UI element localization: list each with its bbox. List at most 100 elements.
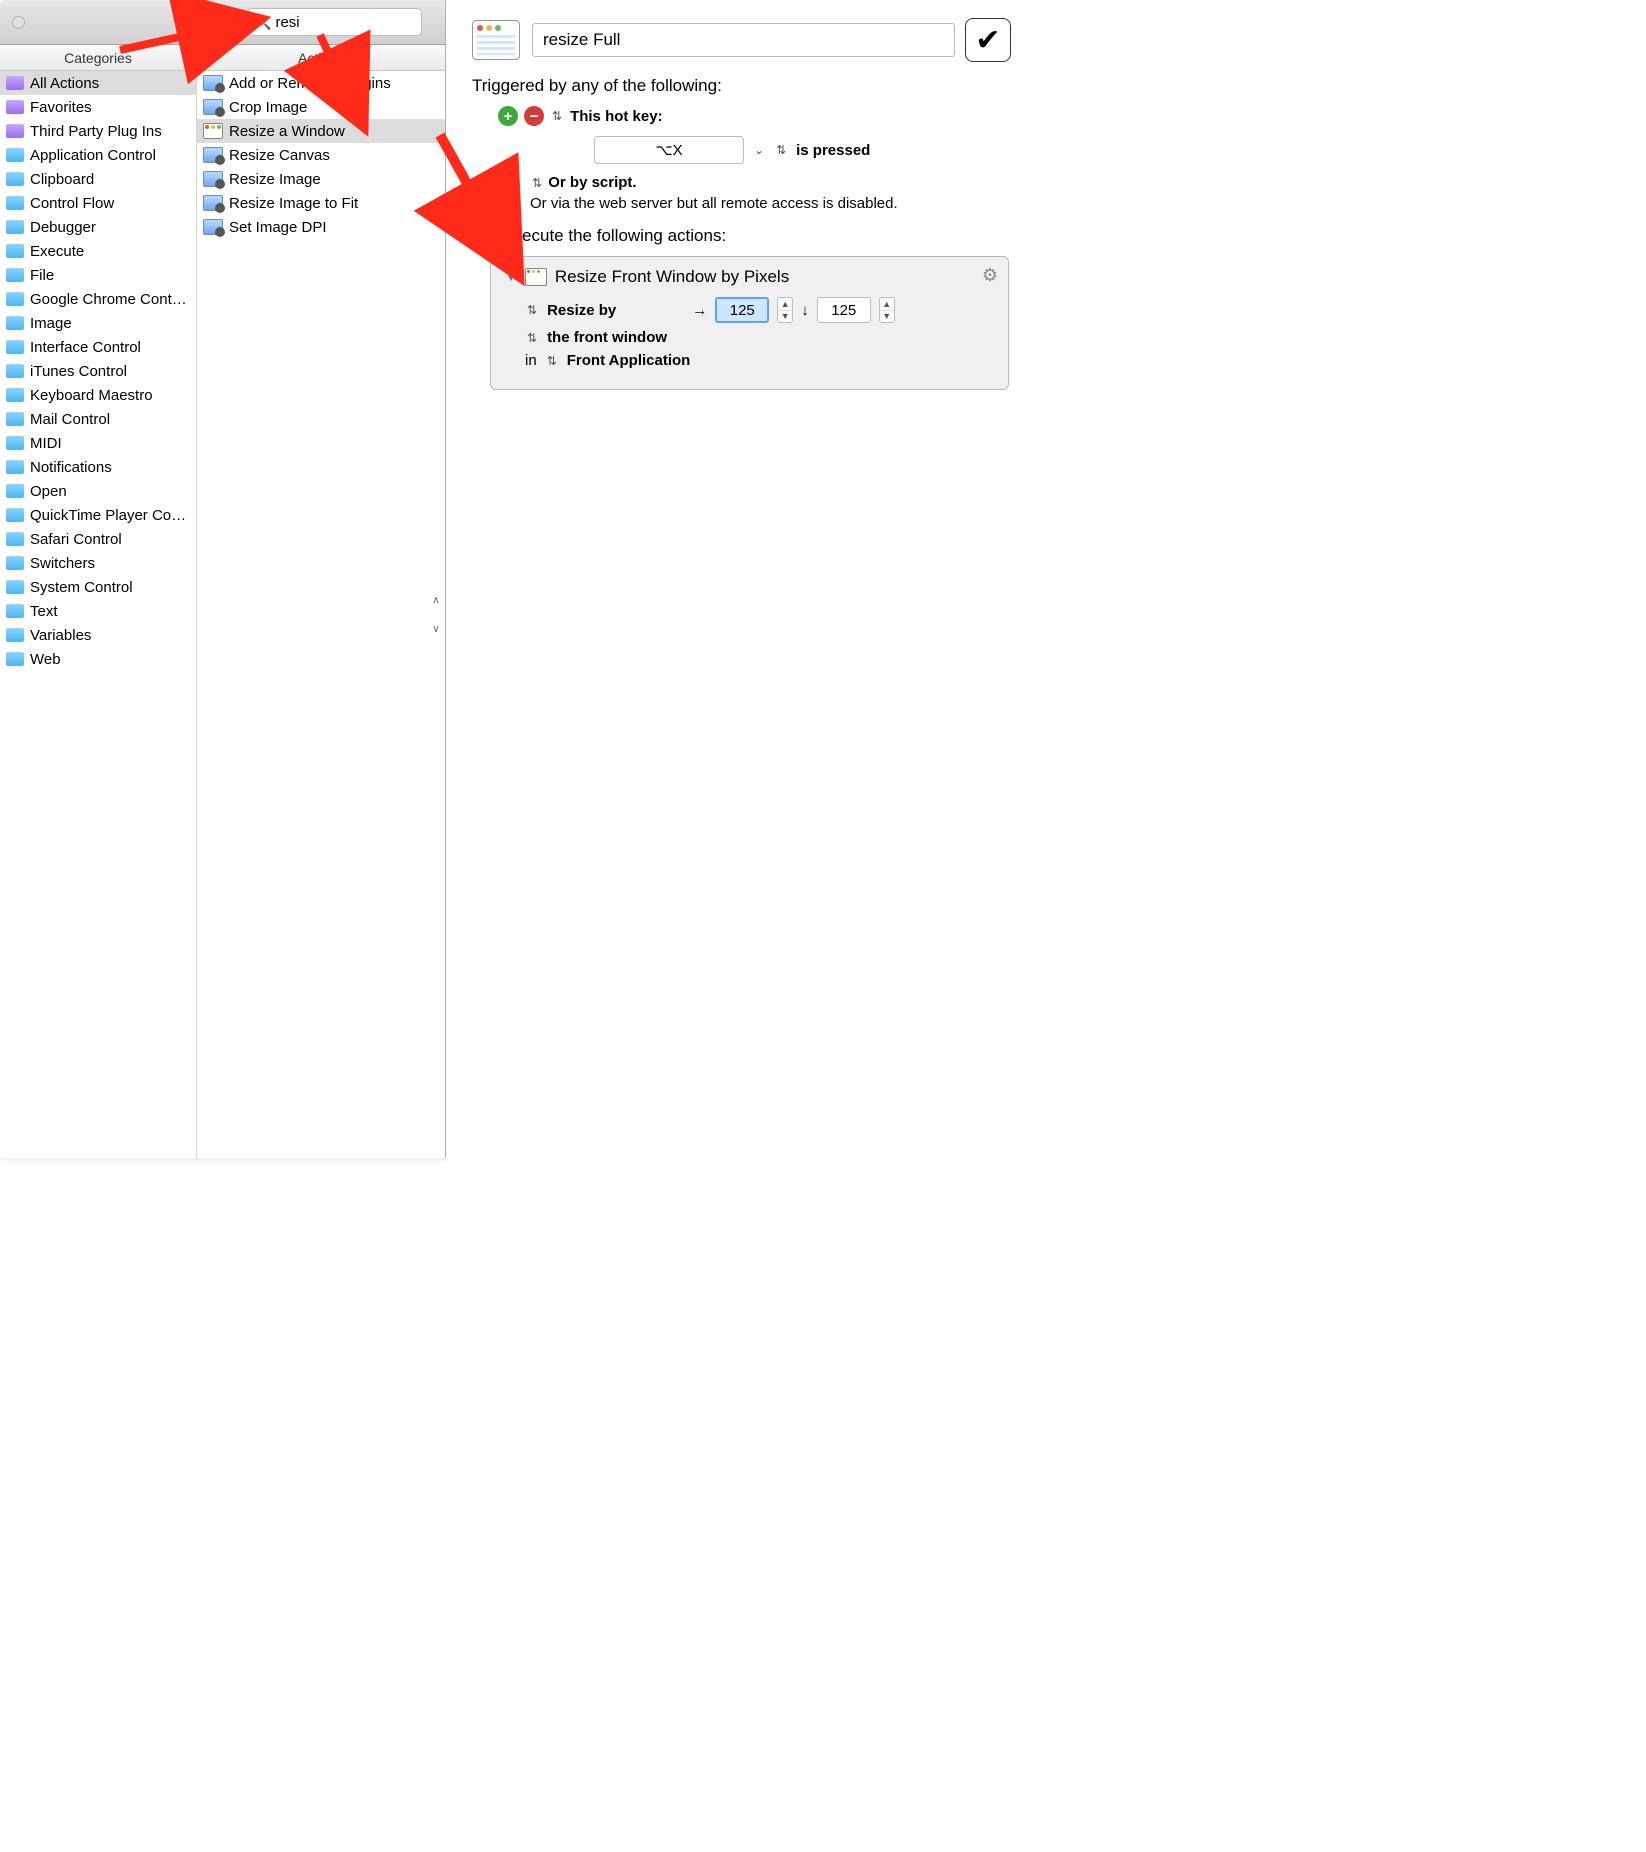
action-item[interactable]: Set Image DPI xyxy=(197,215,445,239)
category-item[interactable]: All Actions xyxy=(0,71,196,95)
action-item[interactable]: Resize Image to Fit xyxy=(197,191,445,215)
category-label: Interface Control xyxy=(30,339,141,356)
dx-stepper[interactable]: ▲▼ xyxy=(777,297,793,323)
category-label: Control Flow xyxy=(30,195,114,212)
action-item[interactable]: Resize Canvas xyxy=(197,143,445,167)
resize-mode-stepper[interactable]: ⇅ xyxy=(525,303,539,317)
action-item[interactable]: Add or Remove Margins xyxy=(197,71,445,95)
window-action-icon xyxy=(203,123,223,139)
trigger-type-stepper[interactable]: ⇅ xyxy=(550,109,564,123)
category-item[interactable]: Clipboard xyxy=(0,167,196,191)
folder-blue-icon xyxy=(6,220,24,234)
image-action-icon xyxy=(203,99,223,115)
or-script-stepper[interactable]: ⇅ xyxy=(530,176,544,190)
remove-trigger-button[interactable]: − xyxy=(524,106,544,126)
category-item[interactable]: Image xyxy=(0,311,196,335)
actions-titlebar: Actions 🔍 ✕ xyxy=(0,0,445,45)
add-trigger-button[interactable]: + xyxy=(498,106,518,126)
macro-icon[interactable] xyxy=(472,20,520,60)
hotkey-state: is pressed xyxy=(796,142,870,159)
disclosure-triangle-icon[interactable]: ▼ xyxy=(505,270,517,284)
action-item[interactable]: Resize Image xyxy=(197,167,445,191)
will-execute-label: Will execute the following actions: xyxy=(472,226,1011,246)
category-label: Variables xyxy=(30,627,91,644)
category-label: Safari Control xyxy=(30,531,122,548)
category-item[interactable]: Debugger xyxy=(0,215,196,239)
folder-purple-icon xyxy=(6,124,24,138)
category-label: All Actions xyxy=(30,75,99,92)
action-item[interactable]: Crop Image xyxy=(197,95,445,119)
category-label: Google Chrome Cont… xyxy=(30,291,187,308)
category-item[interactable]: File xyxy=(0,263,196,287)
macro-enabled-toggle[interactable]: ✔ xyxy=(965,18,1011,62)
window-icon xyxy=(525,268,547,286)
category-item[interactable]: MIDI xyxy=(0,431,196,455)
category-item[interactable]: Switchers xyxy=(0,551,196,575)
action-card[interactable]: ⚙ ▼ Resize Front Window by Pixels ⇅ Resi… xyxy=(490,256,1009,390)
category-item[interactable]: Web xyxy=(0,647,196,671)
dy-stepper[interactable]: ▲▼ xyxy=(879,297,895,323)
categories-list[interactable]: All Actions FavoritesThird Party Plug Ins… xyxy=(0,71,197,1158)
folder-blue-icon xyxy=(6,244,24,258)
folder-blue-icon xyxy=(6,292,24,306)
category-label: Switchers xyxy=(30,555,95,572)
or-script-label: Or by script. xyxy=(548,174,636,191)
category-item[interactable]: Notifications xyxy=(0,455,196,479)
resize-by-label: Resize by xyxy=(547,302,616,319)
category-item[interactable]: Text xyxy=(0,599,196,623)
category-label: Mail Control xyxy=(30,411,110,428)
category-label: Execute xyxy=(30,243,84,260)
category-item[interactable]: Execute xyxy=(0,239,196,263)
actions-search[interactable]: 🔍 ✕ xyxy=(247,8,422,36)
category-item[interactable]: Safari Control xyxy=(0,527,196,551)
category-item[interactable]: Interface Control xyxy=(0,335,196,359)
macro-name-input[interactable] xyxy=(532,23,955,57)
actions-list[interactable]: ∧∨ Add or Remove Margins Crop Image Resize… xyxy=(197,71,445,1158)
arrow-right-icon: → xyxy=(692,302,707,319)
search-input[interactable] xyxy=(275,14,474,31)
category-item[interactable]: QuickTime Player Co… xyxy=(0,503,196,527)
arrow-down-icon: ↓ xyxy=(801,302,809,319)
folder-blue-icon xyxy=(6,148,24,162)
folder-blue-icon xyxy=(6,604,24,618)
actions-browser: All Actions FavoritesThird Party Plug Ins… xyxy=(0,71,445,1158)
category-item[interactable]: Control Flow xyxy=(0,191,196,215)
app-target-stepper[interactable]: ⇅ xyxy=(545,354,559,368)
image-action-icon xyxy=(203,147,223,163)
folder-blue-icon xyxy=(6,388,24,402)
close-button[interactable] xyxy=(12,16,25,29)
gear-icon[interactable]: ⚙ xyxy=(982,265,998,286)
category-item[interactable]: Open xyxy=(0,479,196,503)
actions-panel: Actions 🔍 ✕ Categories Actions All Actio… xyxy=(0,0,446,1158)
category-item[interactable]: System Control xyxy=(0,575,196,599)
category-item[interactable]: Keyboard Maestro xyxy=(0,383,196,407)
folder-blue-icon xyxy=(6,340,24,354)
category-item[interactable]: Google Chrome Cont… xyxy=(0,287,196,311)
category-label: Web xyxy=(30,651,61,668)
resize-dx-input[interactable] xyxy=(715,297,769,323)
action-title: Resize Front Window by Pixels xyxy=(555,267,789,287)
hotkey-dropdown-icon[interactable]: ⌄ xyxy=(752,143,766,157)
trigger-block: + − ⇅ This hot key: ⌥X ⌄ ⇅ is pressed ⇅ … xyxy=(498,106,1011,212)
folder-blue-icon xyxy=(6,532,24,546)
action-item[interactable]: Resize a Window xyxy=(197,119,445,143)
hotkey-state-stepper[interactable]: ⇅ xyxy=(774,143,788,157)
window-target-stepper[interactable]: ⇅ xyxy=(525,331,539,345)
category-item[interactable]: Application Control xyxy=(0,143,196,167)
category-item[interactable]: iTunes Control xyxy=(0,359,196,383)
hotkey-value: ⌥X xyxy=(655,141,682,159)
category-label: Application Control xyxy=(30,147,156,164)
category-item[interactable]: Mail Control xyxy=(0,407,196,431)
search-icon: 🔍 xyxy=(254,14,271,31)
hotkey-label: This hot key: xyxy=(570,108,663,125)
category-label: Notifications xyxy=(30,459,112,476)
category-item[interactable]: Favorites xyxy=(0,95,196,119)
scroll-indicator[interactable]: ∧∨ xyxy=(429,595,443,635)
resize-dy-input[interactable] xyxy=(817,297,871,323)
action-label: Resize Canvas xyxy=(229,147,330,164)
category-item[interactable]: Third Party Plug Ins xyxy=(0,119,196,143)
columns-header: Categories Actions xyxy=(0,45,445,71)
category-item[interactable]: Variables xyxy=(0,623,196,647)
action-label: Crop Image xyxy=(229,99,307,116)
hotkey-field[interactable]: ⌥X xyxy=(594,136,744,164)
